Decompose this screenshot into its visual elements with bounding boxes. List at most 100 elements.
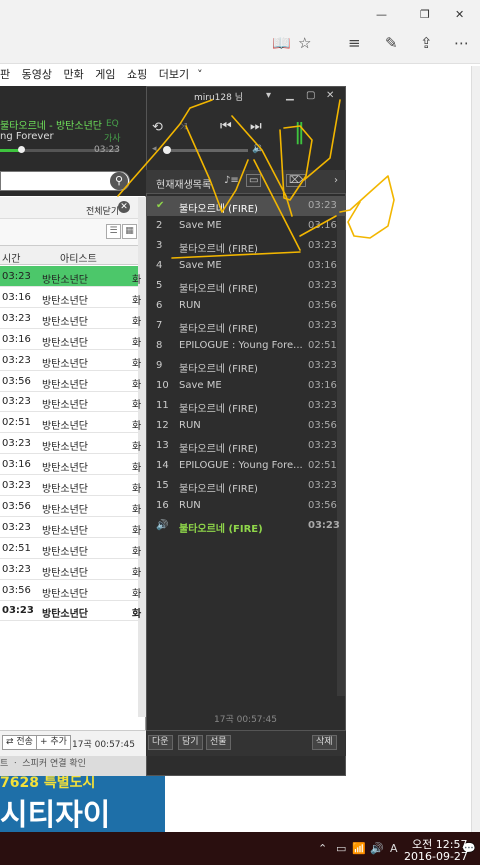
- playlist-row[interactable]: 5 불타오르네 (FIRE) 03:23: [146, 276, 346, 296]
- transfer-button[interactable]: ⇄ 전송: [2, 735, 37, 750]
- previous-icon[interactable]: ⏮: [220, 119, 232, 134]
- table-row[interactable]: 03:23 방탄소년단 화: [0, 433, 141, 455]
- share-icon[interactable]: ⇪: [420, 34, 433, 52]
- shuffle-icon[interactable]: ⤨: [180, 122, 187, 132]
- save-to-button[interactable]: 담기: [178, 735, 203, 750]
- next-icon[interactable]: ⏭: [250, 119, 262, 134]
- close-all-label[interactable]: 전체닫기: [86, 204, 119, 217]
- playlist-row[interactable]: 10 Save ME 03:16: [146, 376, 346, 396]
- nav-item-shopping[interactable]: 쇼핑: [127, 66, 147, 82]
- playlist-row[interactable]: 14 EPILOGUE : Young Fore... 02:51: [146, 456, 346, 476]
- volume-slider[interactable]: [166, 149, 248, 152]
- table-row[interactable]: 03:23 방탄소년단 화: [0, 475, 141, 496]
- speaker-icon[interactable]: 🔊: [370, 842, 384, 855]
- track-duration: 03:56: [308, 500, 337, 511]
- minimize-button[interactable]: —: [376, 8, 387, 21]
- table-row[interactable]: 02:51 방탄소년단 화: [0, 412, 141, 434]
- hub-icon[interactable]: ≡: [348, 34, 361, 52]
- table-row[interactable]: 03:23 방탄소년단 화: [0, 350, 141, 371]
- playlist-row[interactable]: 3 불타오르네 (FIRE) 03:23: [146, 236, 346, 256]
- table-row[interactable]: 03:23 방탄소년단 화: [0, 600, 141, 622]
- nav-item[interactable]: 판: [0, 66, 10, 82]
- nav-item-game[interactable]: 게임: [95, 66, 115, 82]
- user-name[interactable]: miru128 님: [194, 90, 243, 103]
- playlist-row[interactable]: 🔊 불타오르네 (FIRE) 03:23: [146, 516, 346, 536]
- table-row[interactable]: 03:16 방탄소년단 화: [0, 287, 141, 308]
- gift-button[interactable]: 선물: [206, 735, 231, 750]
- taskbar: ⌃ ▭ 📶 🔊 A 💬 오전 12:57 2016-09-27: [0, 832, 480, 865]
- playlist-row[interactable]: 2 Save ME 03:16: [146, 216, 346, 236]
- delete-button[interactable]: 삭제: [312, 735, 337, 750]
- column-artist[interactable]: 아티스트: [60, 250, 97, 265]
- nav-item-comic[interactable]: 만화: [64, 66, 84, 82]
- table-row[interactable]: 03:56 방탄소년단 화: [0, 371, 141, 392]
- lyrics-button[interactable]: 가사: [104, 131, 121, 144]
- row-time: 03:23: [2, 521, 31, 533]
- table-row[interactable]: 03:23 방탄소년단 화: [0, 308, 141, 329]
- playlist-menu-icon[interactable]: ♪≡: [224, 175, 239, 186]
- table-row[interactable]: 03:23 방탄소년단 화: [0, 517, 141, 538]
- playlist-row[interactable]: 4 Save ME 03:16: [146, 256, 346, 276]
- table-row[interactable]: 03:56 방탄소년단 화: [0, 580, 141, 601]
- status-bar: 트 ㆍ 스피커 연결 확인: [0, 756, 146, 776]
- playlist-row[interactable]: 15 불타오르네 (FIRE) 03:23: [146, 476, 346, 496]
- playlist-row[interactable]: 16 RUN 03:56: [146, 496, 346, 516]
- clock-date[interactable]: 2016-09-27: [404, 850, 468, 863]
- playlist-row[interactable]: 9 불타오르네 (FIRE) 03:23: [146, 356, 346, 376]
- battery-icon[interactable]: ▭: [336, 842, 346, 855]
- web-note-icon[interactable]: ✎: [385, 34, 398, 52]
- playlist-row[interactable]: 11 불타오르네 (FIRE) 03:23: [146, 396, 346, 416]
- playlist-row[interactable]: 13 불타오르네 (FIRE) 03:23: [146, 436, 346, 456]
- table-row[interactable]: 02:51 방탄소년단 화: [0, 538, 141, 559]
- row-time: 02:51: [2, 542, 31, 554]
- track-number: 15: [156, 480, 169, 491]
- nav-item-video[interactable]: 동영상: [22, 66, 52, 82]
- tab-now-playing[interactable]: 현재재생목록: [156, 176, 211, 191]
- table-row[interactable]: 03:23 방탄소년단 화: [0, 559, 141, 580]
- chevron-down-icon[interactable]: ▾: [266, 90, 271, 101]
- search-icon[interactable]: ⚲: [110, 172, 128, 190]
- network-icon[interactable]: 📶: [352, 842, 366, 855]
- reading-view-icon[interactable]: 📖: [272, 34, 291, 52]
- table-row[interactable]: 03:23 방탄소년단 화: [0, 391, 141, 413]
- playlist-row[interactable]: 7 불타오르네 (FIRE) 03:23: [146, 316, 346, 336]
- table-row[interactable]: 03:16 방탄소년단 화: [0, 454, 141, 476]
- playlist-row[interactable]: ✔ 불타오르네 (FIRE) 03:23: [146, 196, 346, 216]
- delete-playlist-icon[interactable]: ⌦: [286, 174, 307, 187]
- table-row[interactable]: 03:56 방탄소년단 화: [0, 496, 141, 517]
- list-view-icon[interactable]: ☰: [106, 224, 121, 239]
- progress-handle[interactable]: [18, 146, 25, 153]
- playlist-row[interactable]: 6 RUN 03:56: [146, 296, 346, 316]
- track-title: EPILOGUE : Young Fore...: [179, 340, 303, 351]
- restore-button[interactable]: ❐: [420, 8, 430, 21]
- volume-handle[interactable]: [163, 146, 171, 154]
- ad-banner[interactable]: 7628 특별도시 시티자이: [0, 770, 165, 832]
- repeat-icon[interactable]: ⟲: [152, 120, 163, 135]
- maximize-player-button[interactable]: ▢: [306, 90, 315, 101]
- tray-chevron-icon[interactable]: ⌃: [318, 842, 327, 855]
- table-row[interactable]: 03:23 방탄소년단 화: [0, 266, 141, 287]
- playlist-row[interactable]: 12 RUN 03:56: [146, 416, 346, 436]
- page-scrollbar[interactable]: [471, 66, 480, 832]
- column-time[interactable]: 시간: [2, 250, 20, 265]
- playlist-row[interactable]: 8 EPILOGUE : Young Fore... 02:51: [146, 336, 346, 356]
- chevron-right-icon[interactable]: ›: [334, 175, 338, 186]
- favorite-star-icon[interactable]: ☆: [298, 34, 311, 52]
- grid-view-icon[interactable]: ▦: [122, 224, 137, 239]
- ime-icon[interactable]: A: [390, 842, 398, 855]
- close-player-button[interactable]: ✕: [326, 90, 334, 101]
- download-button[interactable]: 다운: [148, 735, 173, 750]
- album-icon[interactable]: ▭: [246, 174, 262, 187]
- nav-item-more[interactable]: 더보기 ˅: [159, 66, 203, 82]
- add-button[interactable]: + 추가: [36, 735, 71, 750]
- table-row[interactable]: 03:16 방탄소년단 화: [0, 329, 141, 350]
- close-window-button[interactable]: ✕: [455, 8, 464, 21]
- track-duration: 03:23: [308, 280, 337, 291]
- minimize-player-button[interactable]: ▁: [286, 90, 294, 101]
- pause-icon[interactable]: ‖: [294, 120, 305, 145]
- close-icon[interactable]: ✕: [118, 201, 130, 213]
- row-artist: 방탄소년단: [42, 421, 88, 433]
- more-icon[interactable]: ⋯: [454, 34, 469, 52]
- mute-icon[interactable]: ◂: [152, 144, 157, 154]
- eq-button[interactable]: EQ: [106, 119, 119, 129]
